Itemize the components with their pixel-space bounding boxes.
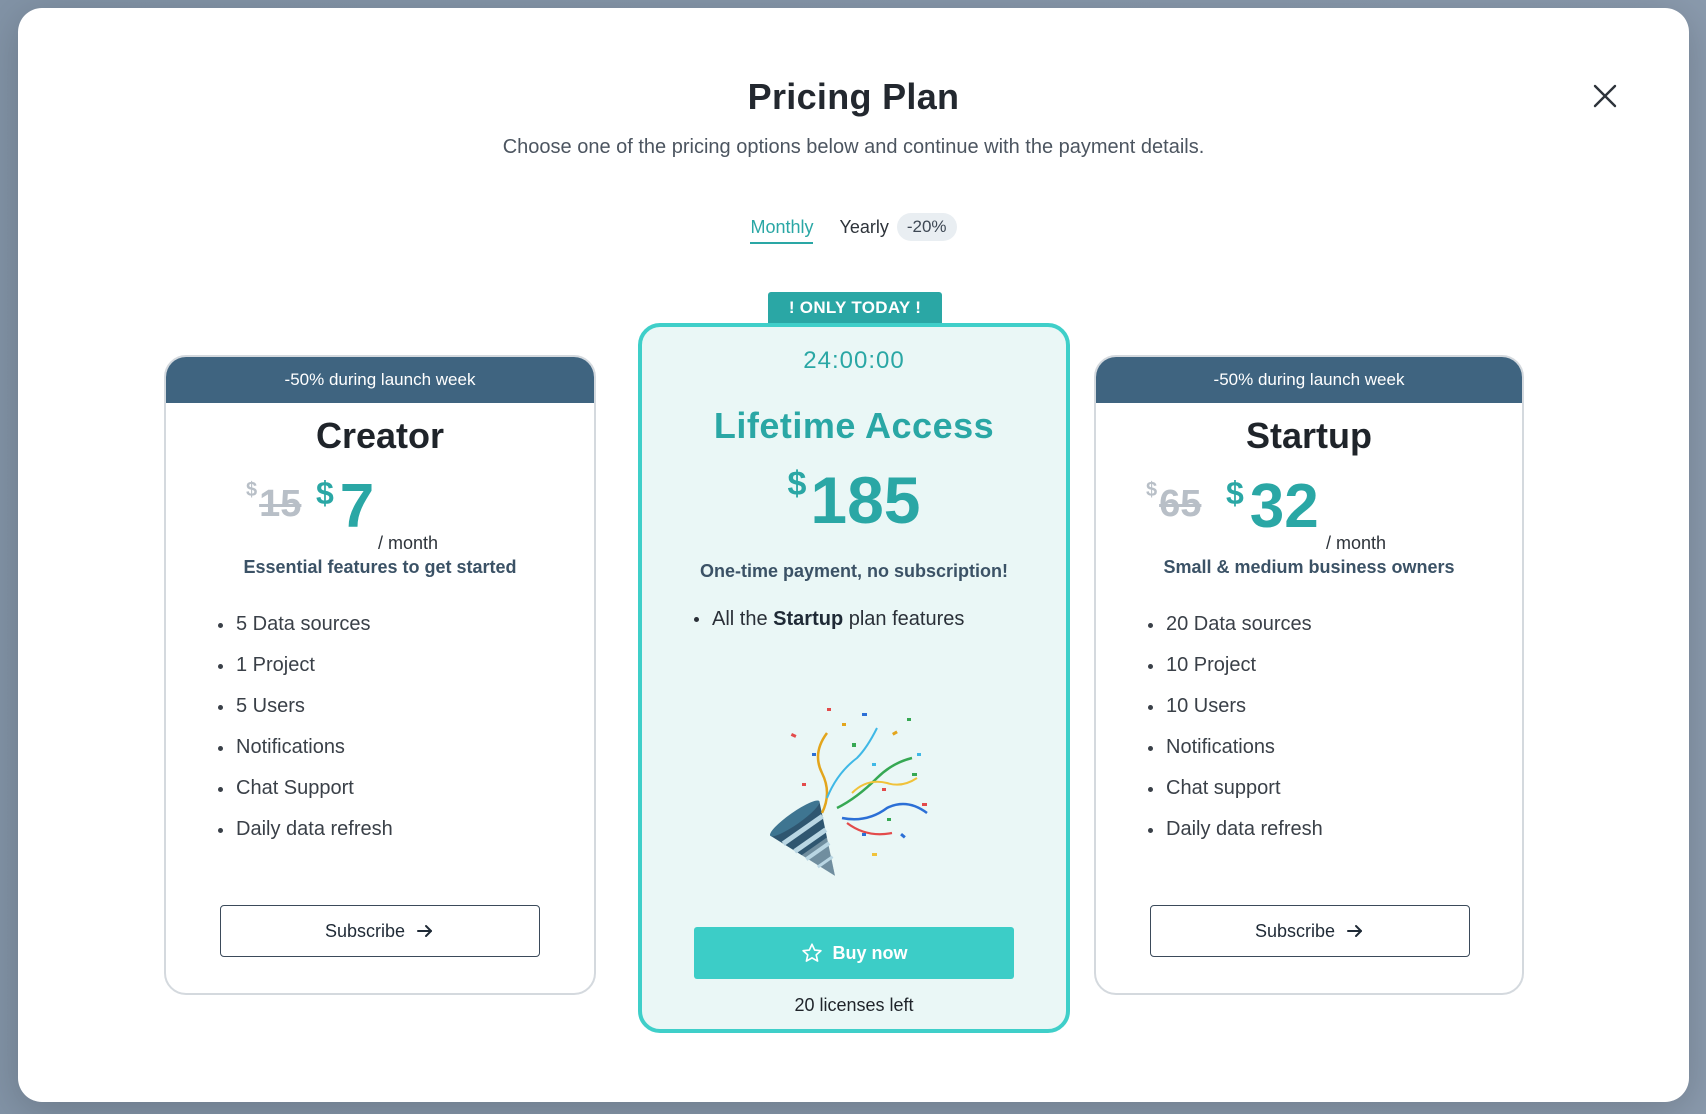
- new-price: $7: [316, 471, 374, 542]
- buy-now-label: Buy now: [832, 942, 908, 963]
- old-price: $15: [246, 479, 302, 526]
- plan-name: Startup: [1246, 415, 1372, 456]
- feature-item: 5 Data sources: [218, 604, 594, 645]
- feature-suffix: plan features: [843, 608, 965, 630]
- launch-week-banner: -50% during launch week: [166, 357, 594, 403]
- new-price-currency: $: [1226, 475, 1244, 511]
- arrow-right-icon: [417, 925, 433, 937]
- tab-monthly[interactable]: Monthly: [750, 217, 814, 244]
- modal-subtitle: Choose one of the pricing options below …: [502, 136, 1205, 158]
- new-price: $32: [1226, 471, 1319, 542]
- feature-plan-name: Startup: [773, 608, 844, 630]
- countdown-timer: 24:00:00: [803, 347, 905, 374]
- feature-item: Notifications: [1148, 727, 1522, 768]
- only-today-ribbon: ! ONLY TODAY !: [768, 292, 942, 324]
- feature-list: 5 Data sources 1 Project 5 Users Notific…: [218, 604, 594, 850]
- feature-item: All the Startup plan features: [694, 602, 1066, 636]
- price-period: / month: [378, 533, 439, 553]
- plan-card-lifetime: 24:00:00 Lifetime Access $185 One-time p…: [638, 323, 1070, 1033]
- new-price-value: 7: [339, 472, 375, 541]
- tab-yearly[interactable]: Yearly: [839, 217, 888, 244]
- feature-item: 20 Data sources: [1148, 604, 1522, 645]
- plan-name: Creator: [315, 415, 445, 456]
- old-price-value: 65: [1159, 483, 1202, 525]
- feature-item: Daily data refresh: [1148, 809, 1522, 850]
- price-currency: $: [787, 465, 807, 503]
- price-row: $65 $32 / month: [1096, 471, 1522, 553]
- licenses-left: 20 licenses left: [794, 995, 914, 1015]
- star-icon: [801, 943, 822, 962]
- party-popper-illustration: [769, 708, 928, 876]
- plan-tagline: Small & medium business owners: [1163, 557, 1455, 577]
- plan-card-creator: -50% during launch week Creator $15 $7 /…: [164, 355, 596, 995]
- old-price-value: 15: [259, 483, 302, 525]
- price-value: 185: [810, 463, 921, 537]
- plan-name: Lifetime Access: [713, 405, 995, 446]
- feature-list: All the Startup plan features: [694, 602, 1066, 636]
- subscribe-button-startup[interactable]: Subscribe: [1150, 905, 1470, 957]
- feature-item: Chat Support: [218, 768, 594, 809]
- plan-tagline: One-time payment, no subscription!: [699, 561, 1009, 581]
- feature-item: Notifications: [218, 727, 594, 768]
- plan-tagline: Essential features to get started: [243, 557, 517, 577]
- launch-week-banner: -50% during launch week: [1096, 357, 1522, 403]
- feature-item: 10 Project: [1148, 645, 1522, 686]
- yearly-discount-badge: -20%: [896, 213, 957, 241]
- feature-item: 5 Users: [218, 686, 594, 727]
- feature-item: Daily data refresh: [218, 809, 594, 850]
- price-row: $15 $7 / month: [166, 471, 594, 553]
- feature-item: Chat support: [1148, 768, 1522, 809]
- feature-list: 20 Data sources 10 Project 10 Users Noti…: [1148, 604, 1522, 850]
- subscribe-label: Subscribe: [1254, 920, 1336, 941]
- feature-prefix: All the: [712, 608, 774, 630]
- new-price-currency: $: [316, 475, 334, 511]
- billing-toggle: Monthly Yearly -20%: [18, 213, 1689, 247]
- subscribe-label: Subscribe: [324, 920, 406, 941]
- old-price: $65: [1146, 479, 1202, 526]
- buy-now-button[interactable]: Buy now: [694, 927, 1014, 979]
- plan-card-startup: -50% during launch week Startup $65 $32 …: [1094, 355, 1524, 995]
- feature-item: 10 Users: [1148, 686, 1522, 727]
- old-price-currency: $: [246, 479, 258, 501]
- price-period: / month: [1326, 533, 1387, 553]
- subscribe-button-creator[interactable]: Subscribe: [220, 905, 540, 957]
- new-price-value: 32: [1249, 472, 1319, 541]
- arrow-right-icon: [1347, 925, 1363, 937]
- modal-title: Pricing Plan: [747, 76, 960, 117]
- lifetime-price: $185: [642, 467, 1066, 533]
- feature-item: 1 Project: [218, 645, 594, 686]
- old-price-currency: $: [1146, 479, 1158, 501]
